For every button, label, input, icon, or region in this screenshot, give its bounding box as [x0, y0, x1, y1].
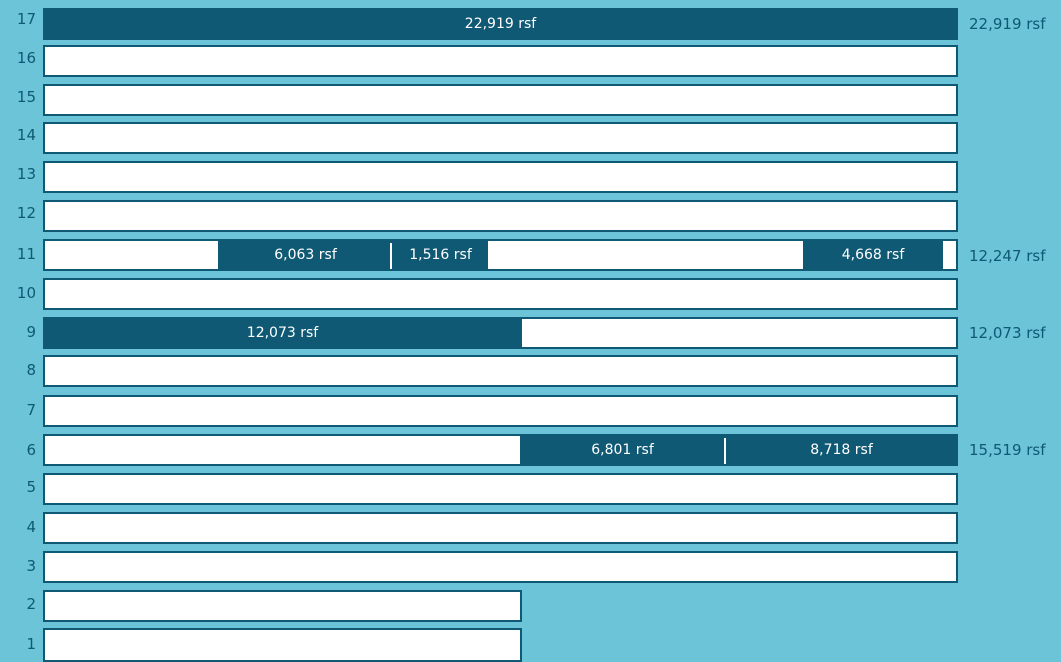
- floor-bar-2[interactable]: [43, 590, 522, 622]
- stacking-plan: 17 22,919 rsf 22,919 rsf 16 15 14 13 12 …: [0, 0, 1061, 662]
- floor-total: 22,919 rsf: [969, 15, 1046, 33]
- floor-number: 5: [26, 478, 36, 496]
- floor-bar-15[interactable]: [43, 84, 958, 116]
- floor-number: 13: [16, 165, 36, 183]
- space-segment[interactable]: 8,718 rsf: [725, 434, 958, 466]
- floor-bar-5[interactable]: [43, 473, 958, 505]
- floor-number: 16: [16, 49, 36, 67]
- floor-number: 2: [26, 595, 36, 613]
- segment-label: 8,718 rsf: [810, 442, 873, 458]
- floor-bar-10[interactable]: [43, 278, 958, 310]
- space-segment[interactable]: 22,919 rsf: [43, 8, 958, 40]
- floor-bar-9[interactable]: 12,073 rsf: [43, 317, 958, 349]
- floor-number: 4: [26, 518, 36, 536]
- floor-bar-11[interactable]: 6,063 rsf 1,516 rsf 4,668 rsf: [43, 239, 958, 271]
- space-segment[interactable]: 12,073 rsf: [43, 317, 522, 349]
- floor-number: 1: [26, 635, 36, 653]
- floor-number: 8: [26, 361, 36, 379]
- floor-total: 12,073 rsf: [969, 324, 1046, 342]
- floor-number: 12: [16, 204, 36, 222]
- floor-bar-3[interactable]: [43, 551, 958, 583]
- floor-total: 15,519 rsf: [969, 441, 1046, 459]
- space-segment[interactable]: 6,801 rsf: [520, 434, 725, 466]
- floor-number: 11: [16, 245, 36, 263]
- floor-bar-12[interactable]: [43, 200, 958, 232]
- space-segment[interactable]: 6,063 rsf: [218, 239, 393, 271]
- segment-divider: [390, 243, 392, 269]
- floor-bar-8[interactable]: [43, 355, 958, 387]
- floor-total: 12,247 rsf: [969, 247, 1046, 265]
- floor-number: 15: [16, 88, 36, 106]
- floor-number: 7: [26, 401, 36, 419]
- segment-divider: [724, 438, 726, 464]
- floor-bar-6[interactable]: 6,801 rsf 8,718 rsf: [43, 434, 958, 466]
- segment-label: 4,668 rsf: [841, 247, 905, 263]
- floor-number: 9: [26, 323, 36, 341]
- segment-label: 1,516 rsf: [409, 247, 472, 263]
- segment-label: 6,063 rsf: [274, 247, 337, 263]
- floor-bar-13[interactable]: [43, 161, 958, 193]
- floor-bar-7[interactable]: [43, 395, 958, 427]
- floor-bar-1[interactable]: [43, 628, 522, 662]
- floor-bar-16[interactable]: [43, 45, 958, 77]
- floor-number: 10: [16, 284, 36, 302]
- space-segment[interactable]: 1,516 rsf: [393, 239, 488, 271]
- floor-bar-17[interactable]: 22,919 rsf: [43, 8, 958, 40]
- floor-number: 14: [16, 126, 36, 144]
- floor-number: 17: [16, 10, 36, 28]
- space-segment[interactable]: 4,668 rsf: [803, 239, 943, 271]
- floor-number: 3: [26, 557, 36, 575]
- floor-bar-14[interactable]: [43, 122, 958, 154]
- floor-bar-4[interactable]: [43, 512, 958, 544]
- floor-number: 6: [26, 441, 36, 459]
- segment-label: 22,919 rsf: [464, 16, 537, 32]
- segment-label: 12,073 rsf: [246, 325, 319, 341]
- segment-label: 6,801 rsf: [591, 442, 654, 458]
